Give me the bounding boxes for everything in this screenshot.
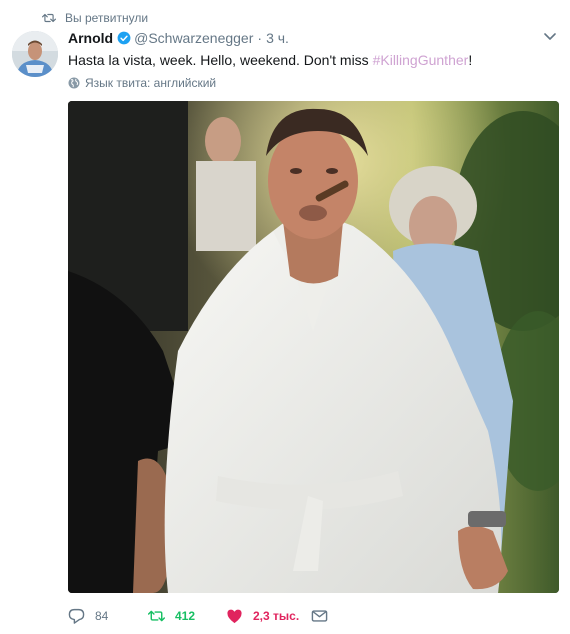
retweet-button[interactable]: 412 [148,608,226,624]
author-name[interactable]: Arnold [68,30,113,46]
reply-button[interactable]: 84 [68,608,148,624]
verified-badge-icon [117,31,131,45]
like-button[interactable]: 2,3 тыс. [226,608,299,624]
reply-icon [68,608,85,624]
tweet-body-end: ! [468,52,473,68]
avatar[interactable] [12,31,58,77]
hashtag-link[interactable]: #KillingGunther [373,52,469,68]
like-icon [227,609,242,624]
tweet-language: Язык твита: английский [68,76,216,90]
globe-icon [68,77,80,89]
tweet-text: Hasta la vista, week. Hello, weekend. Do… [68,51,472,69]
reply-count: 84 [95,609,109,623]
retweet-icon [42,13,56,23]
tweet-language-label: Язык твита: английский [85,76,217,90]
direct-message-icon [311,610,328,622]
tweet-header: Arnold @Schwarzenegger · 3 ч. [68,30,289,46]
direct-message-button[interactable] [311,608,338,624]
tweet-actions: 84 412 2,3 тыс. [68,606,338,626]
separator-dot: · [257,30,263,46]
tweet-timestamp[interactable]: 3 ч. [266,30,289,46]
retweet-icon [148,610,165,622]
author-handle[interactable]: @Schwarzenegger [134,30,253,46]
caret-down-icon[interactable] [544,33,556,41]
retweet-context: Вы ретвитнули [42,10,148,26]
retweet-context-label: Вы ретвитнули [65,11,149,25]
tweet-photo[interactable] [68,101,559,593]
like-count: 2,3 тыс. [253,609,300,623]
tweet-body: Hasta la vista, week. Hello, weekend. Do… [68,52,373,68]
retweet-count: 412 [175,609,196,623]
